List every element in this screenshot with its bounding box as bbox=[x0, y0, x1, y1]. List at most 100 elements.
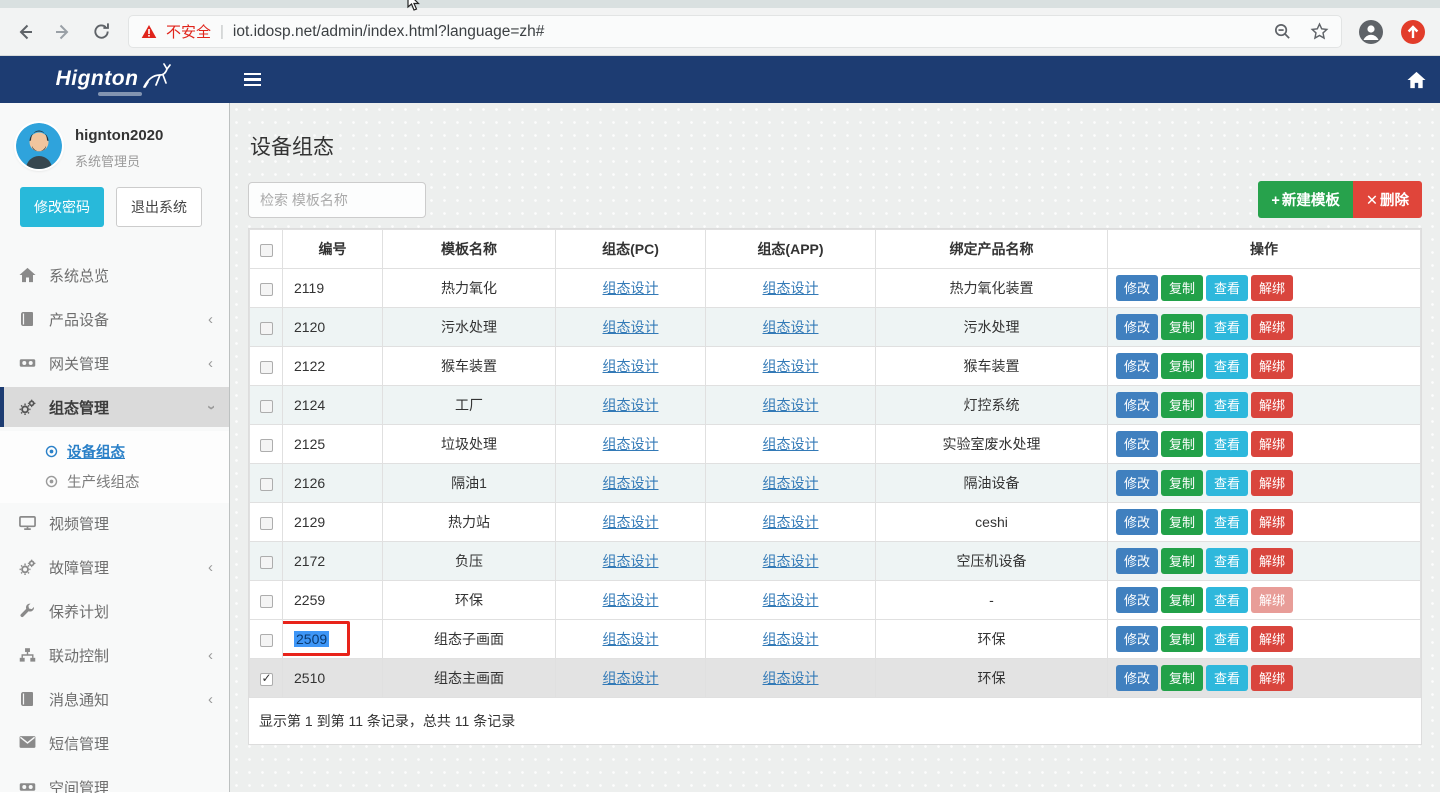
view-action-button[interactable]: 查看 bbox=[1206, 470, 1248, 496]
unbind-action-button[interactable]: 解绑 bbox=[1251, 548, 1293, 574]
logout-button[interactable]: 退出系统 bbox=[116, 187, 202, 227]
app-config-link[interactable]: 组态设计 bbox=[763, 592, 819, 608]
pc-config-link[interactable]: 组态设计 bbox=[603, 475, 659, 491]
pc-config-link[interactable]: 组态设计 bbox=[603, 358, 659, 374]
unbind-action-button[interactable]: 解绑 bbox=[1251, 470, 1293, 496]
sidebar-item-保养计划[interactable]: 保养计划 bbox=[0, 591, 229, 631]
sidebar-item-空间管理[interactable]: 空间管理 bbox=[0, 767, 229, 793]
row-checkbox[interactable] bbox=[260, 322, 273, 335]
pc-config-link[interactable]: 组态设计 bbox=[603, 319, 659, 335]
edit-action-button[interactable]: 修改 bbox=[1116, 548, 1158, 574]
view-action-button[interactable]: 查看 bbox=[1206, 665, 1248, 691]
browser-update-icon[interactable] bbox=[1400, 19, 1426, 45]
sidebar-item-消息通知[interactable]: 消息通知 ‹ bbox=[0, 679, 229, 719]
sidebar-item-视频管理[interactable]: 视频管理 bbox=[0, 503, 229, 543]
edit-action-button[interactable]: 修改 bbox=[1116, 392, 1158, 418]
unbind-action-button[interactable]: 解绑 bbox=[1251, 431, 1293, 457]
browser-profile-avatar[interactable] bbox=[1358, 19, 1384, 45]
view-action-button[interactable]: 查看 bbox=[1206, 509, 1248, 535]
pc-config-link[interactable]: 组态设计 bbox=[603, 280, 659, 296]
copy-action-button[interactable]: 复制 bbox=[1161, 509, 1203, 535]
view-action-button[interactable]: 查看 bbox=[1206, 431, 1248, 457]
view-action-button[interactable]: 查看 bbox=[1206, 626, 1248, 652]
sidebar-item-产品设备[interactable]: 产品设备 ‹ bbox=[0, 299, 229, 339]
copy-action-button[interactable]: 复制 bbox=[1161, 587, 1203, 613]
bookmark-star-icon[interactable] bbox=[1310, 22, 1329, 41]
row-checkbox[interactable] bbox=[260, 595, 273, 608]
copy-action-button[interactable]: 复制 bbox=[1161, 470, 1203, 496]
unbind-action-button[interactable]: 解绑 bbox=[1251, 587, 1293, 613]
sidebar-item-系统总览[interactable]: 系统总览 bbox=[0, 255, 229, 295]
view-action-button[interactable]: 查看 bbox=[1206, 314, 1248, 340]
pc-config-link[interactable]: 组态设计 bbox=[603, 436, 659, 452]
pc-config-link[interactable]: 组态设计 bbox=[603, 592, 659, 608]
select-all-checkbox[interactable] bbox=[260, 244, 273, 257]
copy-action-button[interactable]: 复制 bbox=[1161, 353, 1203, 379]
pc-config-link[interactable]: 组态设计 bbox=[603, 553, 659, 569]
copy-action-button[interactable]: 复制 bbox=[1161, 392, 1203, 418]
app-config-link[interactable]: 组态设计 bbox=[763, 397, 819, 413]
edit-action-button[interactable]: 修改 bbox=[1116, 626, 1158, 652]
unbind-action-button[interactable]: 解绑 bbox=[1251, 665, 1293, 691]
sidebar-item-联动控制[interactable]: 联动控制 ‹ bbox=[0, 635, 229, 675]
app-config-link[interactable]: 组态设计 bbox=[763, 670, 819, 686]
pc-config-link[interactable]: 组态设计 bbox=[603, 397, 659, 413]
edit-action-button[interactable]: 修改 bbox=[1116, 665, 1158, 691]
row-checkbox[interactable] bbox=[260, 478, 273, 491]
brand-logo[interactable]: Hignton bbox=[0, 56, 230, 103]
unbind-action-button[interactable]: 解绑 bbox=[1251, 314, 1293, 340]
unbind-action-button[interactable]: 解绑 bbox=[1251, 626, 1293, 652]
app-config-link[interactable]: 组态设计 bbox=[763, 358, 819, 374]
copy-action-button[interactable]: 复制 bbox=[1161, 548, 1203, 574]
change-password-button[interactable]: 修改密码 bbox=[20, 187, 104, 227]
pc-config-link[interactable]: 组态设计 bbox=[603, 631, 659, 647]
zoom-out-icon[interactable] bbox=[1273, 22, 1292, 41]
row-checkbox[interactable] bbox=[260, 673, 273, 686]
unbind-action-button[interactable]: 解绑 bbox=[1251, 353, 1293, 379]
app-config-link[interactable]: 组态设计 bbox=[763, 475, 819, 491]
edit-action-button[interactable]: 修改 bbox=[1116, 275, 1158, 301]
unbind-action-button[interactable]: 解绑 bbox=[1251, 509, 1293, 535]
copy-action-button[interactable]: 复制 bbox=[1161, 314, 1203, 340]
security-warning-label[interactable]: 不安全 bbox=[166, 21, 211, 42]
app-config-link[interactable]: 组态设计 bbox=[763, 553, 819, 569]
edit-action-button[interactable]: 修改 bbox=[1116, 470, 1158, 496]
edit-action-button[interactable]: 修改 bbox=[1116, 509, 1158, 535]
row-checkbox[interactable] bbox=[260, 517, 273, 530]
home-icon[interactable] bbox=[1407, 71, 1426, 89]
sidebar-item-短信管理[interactable]: 短信管理 bbox=[0, 723, 229, 763]
copy-action-button[interactable]: 复制 bbox=[1161, 275, 1203, 301]
unbind-action-button[interactable]: 解绑 bbox=[1251, 275, 1293, 301]
sidebar-subitem-生产线组态[interactable]: 生产线组态 bbox=[0, 466, 229, 496]
edit-action-button[interactable]: 修改 bbox=[1116, 353, 1158, 379]
url-text[interactable]: iot.idosp.net/admin/index.html?language=… bbox=[233, 23, 1264, 41]
search-input[interactable] bbox=[248, 182, 426, 218]
pc-config-link[interactable]: 组态设计 bbox=[603, 670, 659, 686]
row-checkbox[interactable] bbox=[260, 400, 273, 413]
view-action-button[interactable]: 查看 bbox=[1206, 392, 1248, 418]
forward-icon[interactable] bbox=[52, 21, 74, 43]
delete-button[interactable]: ✕删除 bbox=[1353, 181, 1422, 218]
row-checkbox[interactable] bbox=[260, 283, 273, 296]
view-action-button[interactable]: 查看 bbox=[1206, 548, 1248, 574]
unbind-action-button[interactable]: 解绑 bbox=[1251, 392, 1293, 418]
warning-triangle-icon[interactable] bbox=[141, 24, 157, 39]
view-action-button[interactable]: 查看 bbox=[1206, 353, 1248, 379]
edit-action-button[interactable]: 修改 bbox=[1116, 314, 1158, 340]
sidebar-toggle-icon[interactable] bbox=[244, 67, 270, 93]
user-avatar[interactable] bbox=[16, 123, 62, 169]
app-config-link[interactable]: 组态设计 bbox=[763, 436, 819, 452]
address-bar[interactable]: 不安全 | iot.idosp.net/admin/index.html?lan… bbox=[128, 15, 1342, 48]
row-checkbox[interactable] bbox=[260, 361, 273, 374]
row-checkbox[interactable] bbox=[260, 634, 273, 647]
app-config-link[interactable]: 组态设计 bbox=[763, 319, 819, 335]
copy-action-button[interactable]: 复制 bbox=[1161, 665, 1203, 691]
row-checkbox[interactable] bbox=[260, 556, 273, 569]
copy-action-button[interactable]: 复制 bbox=[1161, 626, 1203, 652]
view-action-button[interactable]: 查看 bbox=[1206, 275, 1248, 301]
app-config-link[interactable]: 组态设计 bbox=[763, 514, 819, 530]
app-config-link[interactable]: 组态设计 bbox=[763, 631, 819, 647]
pc-config-link[interactable]: 组态设计 bbox=[603, 514, 659, 530]
reload-icon[interactable] bbox=[90, 21, 112, 43]
copy-action-button[interactable]: 复制 bbox=[1161, 431, 1203, 457]
